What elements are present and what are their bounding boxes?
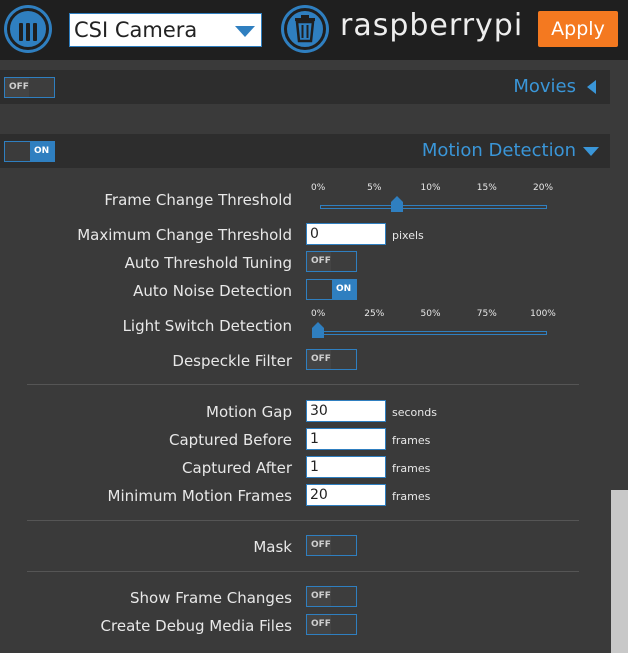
max-change-threshold-input[interactable]: 0 xyxy=(306,223,386,245)
collapse-left-icon xyxy=(587,80,596,94)
scrollbar-thumb[interactable] xyxy=(611,490,628,653)
motion-gap-label: Motion Gap xyxy=(206,403,292,421)
auto-threshold-tuning-label: Auto Threshold Tuning xyxy=(124,254,292,272)
captured-before-label: Captured Before xyxy=(169,431,292,449)
mask-label: Mask xyxy=(253,538,292,556)
frame-change-threshold-track[interactable] xyxy=(320,205,547,209)
captured-before-unit: frames xyxy=(392,434,431,447)
captured-after-input[interactable]: 1 xyxy=(306,456,386,478)
captured-after-label: Captured After xyxy=(182,459,292,477)
show-frame-changes-toggle[interactable]: OFF xyxy=(306,586,357,607)
show-frame-changes-label: Show Frame Changes xyxy=(130,589,292,607)
auto-noise-detection-label: Auto Noise Detection xyxy=(133,282,292,300)
mask-toggle[interactable]: OFF xyxy=(306,535,357,556)
top-bar: CSI Camera raspberrypi Apply xyxy=(0,0,628,60)
camera-select-value: CSI Camera xyxy=(74,18,198,42)
auto-threshold-tuning-toggle[interactable]: OFF xyxy=(306,251,357,272)
light-switch-detection-label: Light Switch Detection xyxy=(122,317,292,335)
frame-change-threshold-label: Frame Change Threshold xyxy=(104,191,292,209)
motion-detection-toggle[interactable]: ON xyxy=(4,141,55,162)
motion-section-title[interactable]: Motion Detection xyxy=(422,140,576,161)
slider-tick-label: 10% xyxy=(420,183,441,193)
divider xyxy=(27,384,579,385)
motion-gap-input[interactable]: 30 xyxy=(306,400,386,422)
divider xyxy=(27,571,579,572)
trash-icon xyxy=(284,8,326,50)
create-debug-media-files-label: Create Debug Media Files xyxy=(100,617,292,635)
slider-tick-label: 50% xyxy=(420,309,441,319)
max-change-threshold-unit: pixels xyxy=(392,229,424,242)
slider-tick-label: 5% xyxy=(367,183,382,193)
apply-button[interactable]: Apply xyxy=(538,11,618,47)
divider xyxy=(27,520,579,521)
slider-tick-label: 15% xyxy=(476,183,497,193)
minimum-motion-frames-input[interactable]: 20 xyxy=(306,484,386,506)
max-change-threshold-label: Maximum Change Threshold xyxy=(77,226,292,244)
motion-section-header[interactable]: ON Motion Detection xyxy=(0,134,610,168)
slider-tick-label: 75% xyxy=(476,309,497,319)
despeckle-filter-toggle[interactable]: OFF xyxy=(306,349,357,370)
movies-section-title[interactable]: Movies xyxy=(513,76,576,97)
movies-toggle[interactable]: OFF xyxy=(4,77,55,98)
menu-button[interactable] xyxy=(4,5,52,53)
slider-tick-label: 0% xyxy=(311,309,326,319)
slider-tick-label: 100% xyxy=(530,309,556,319)
motion-gap-unit: seconds xyxy=(392,406,437,419)
remove-camera-button[interactable] xyxy=(281,5,329,53)
auto-noise-detection-toggle[interactable]: ON xyxy=(306,279,357,300)
captured-after-unit: frames xyxy=(392,462,431,475)
menu-icon xyxy=(7,8,49,50)
minimum-motion-frames-label: Minimum Motion Frames xyxy=(107,487,292,505)
slider-tick-label: 20% xyxy=(532,183,554,193)
create-debug-media-files-toggle[interactable]: OFF xyxy=(306,614,357,635)
slider-tick-label: 0% xyxy=(311,183,326,193)
captured-before-input[interactable]: 1 xyxy=(306,428,386,450)
minimum-motion-frames-unit: frames xyxy=(392,490,431,503)
despeckle-filter-label: Despeckle Filter xyxy=(172,352,292,370)
expand-down-icon xyxy=(583,147,599,156)
chevron-down-icon xyxy=(235,26,255,37)
slider-tick-label: 25% xyxy=(364,309,385,319)
light-switch-detection-track[interactable] xyxy=(320,331,547,335)
host-name: raspberrypi xyxy=(340,8,524,43)
camera-select[interactable]: CSI Camera xyxy=(69,13,262,47)
movies-section-header[interactable]: OFF Movies xyxy=(0,70,610,104)
